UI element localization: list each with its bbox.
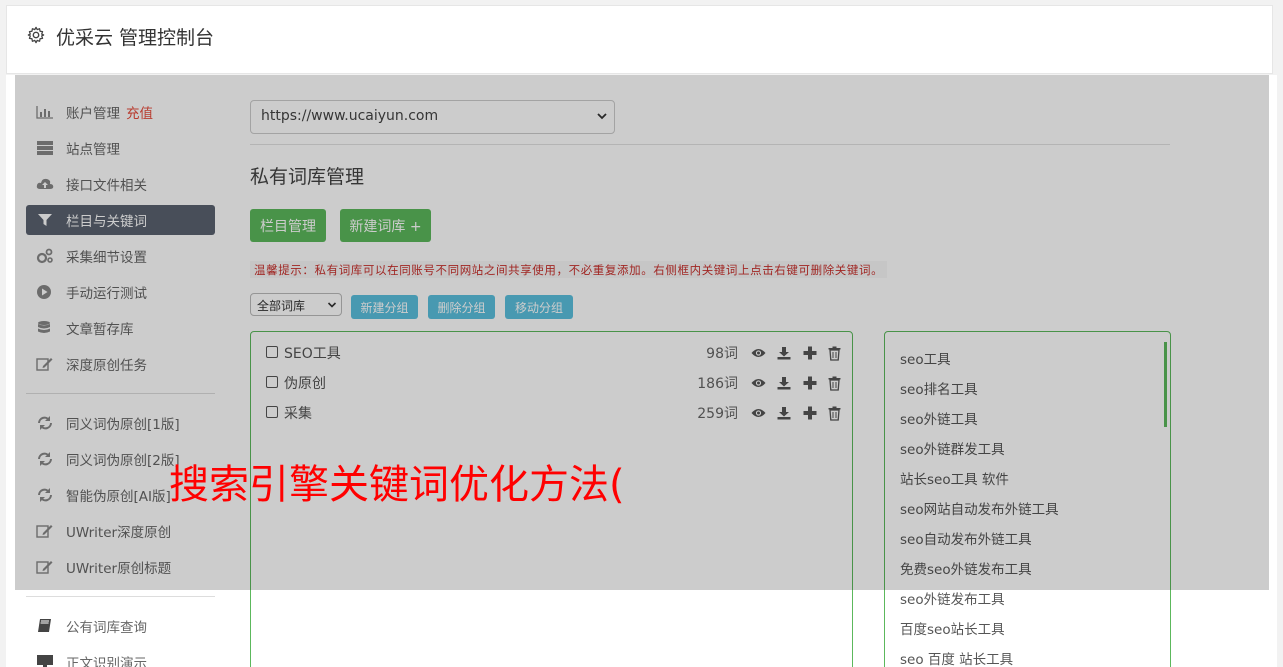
app-title: 优采云 管理控制台 bbox=[56, 27, 215, 49]
sidebar-item-text-recognition-demo[interactable]: 正文识别演示 bbox=[26, 647, 215, 667]
keyword-item[interactable]: seo外链发布工具 bbox=[900, 588, 1005, 608]
sidebar-item-public-lexicon[interactable]: 公有词库查询 bbox=[26, 611, 215, 641]
sidebar-item-label: 公有词库查询 bbox=[66, 620, 147, 636]
sidebar-divider bbox=[26, 596, 215, 597]
header-bar: 优采云 管理控制台 bbox=[6, 5, 1273, 74]
overlay-caption: 搜索引擎关键词优化方法( bbox=[169, 462, 625, 508]
gear-icon bbox=[27, 26, 45, 44]
gray-overlay bbox=[15, 75, 1269, 590]
book-icon bbox=[38, 619, 51, 632]
keyword-item[interactable]: 百度seo站长工具 bbox=[900, 618, 1005, 638]
monitor-icon bbox=[37, 655, 53, 667]
sidebar-item-label: 正文识别演示 bbox=[66, 656, 147, 667]
keyword-item[interactable]: seo 百度 站长工具 bbox=[900, 648, 1013, 667]
